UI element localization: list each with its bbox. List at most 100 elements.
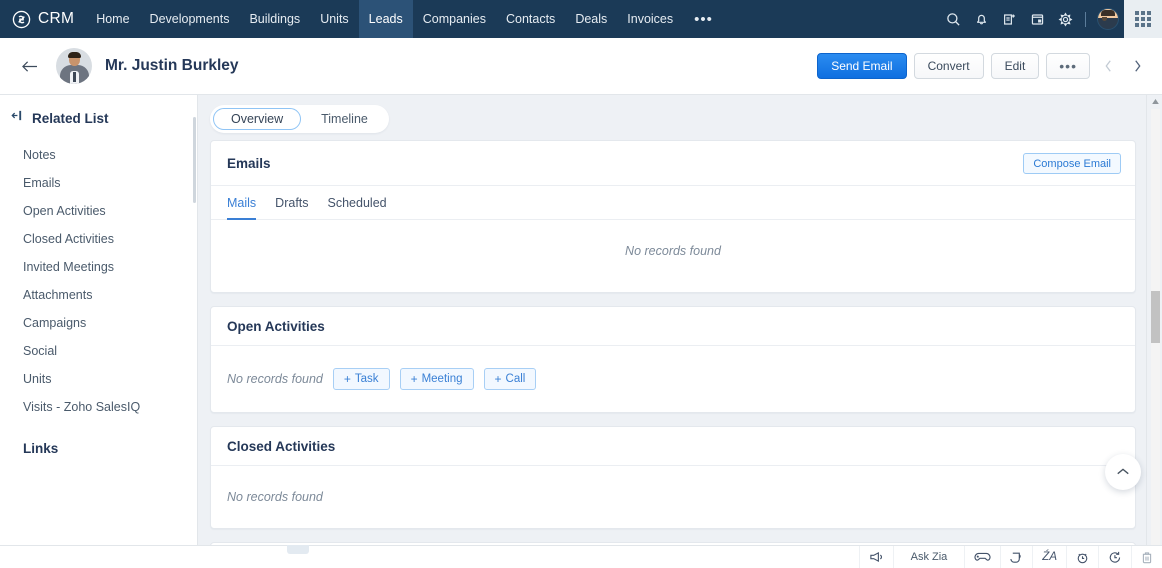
- workspace: Related List Notes Emails Open Activitie…: [0, 95, 1162, 568]
- nav-divider: [1085, 11, 1086, 27]
- add-note-icon[interactable]: [995, 0, 1023, 38]
- scroll-to-top-button[interactable]: [1105, 454, 1141, 490]
- view-tab-group: Overview Timeline: [210, 105, 389, 133]
- sidebar-item-emails[interactable]: Emails: [0, 169, 197, 197]
- record-header: Mr. Justin Burkley Send Email Convert Ed…: [0, 38, 1162, 95]
- card-open-activities-title: Open Activities: [227, 319, 325, 334]
- convert-button[interactable]: Convert: [913, 53, 984, 79]
- card-emails-body: No records found: [211, 220, 1135, 292]
- back-arrow-icon[interactable]: [16, 53, 42, 79]
- edit-button[interactable]: Edit: [990, 53, 1040, 79]
- scroll-up-arrow-icon[interactable]: [1151, 95, 1160, 107]
- app-grid-icon[interactable]: [1124, 0, 1162, 38]
- nav-item-invoices[interactable]: Invoices: [617, 0, 683, 38]
- ask-zia-button[interactable]: Ask Zia: [892, 545, 965, 568]
- chevron-right-icon[interactable]: [1126, 53, 1148, 79]
- sidebar-scrollbar[interactable]: [193, 117, 196, 203]
- app-grid-dots: [1135, 11, 1151, 27]
- add-task-label: Task: [354, 373, 379, 385]
- view-tabstrip: Overview Timeline: [198, 95, 1162, 141]
- bottom-panel-handle[interactable]: [287, 545, 309, 554]
- zia-glyph: ŹA: [1042, 551, 1057, 563]
- card-emails: Emails Compose Email Mails Drafts Schedu…: [210, 140, 1136, 293]
- emails-subtabs: Mails Drafts Scheduled: [211, 186, 1135, 220]
- nav-item-home[interactable]: Home: [86, 0, 139, 38]
- megaphone-icon[interactable]: [858, 545, 893, 568]
- nav-item-deals[interactable]: Deals: [565, 0, 617, 38]
- zia-icon[interactable]: ŹA: [1032, 545, 1066, 568]
- sidebar-item-notes[interactable]: Notes: [0, 141, 197, 169]
- sidebar-item-social[interactable]: Social: [0, 337, 197, 365]
- plus-icon: +: [494, 372, 502, 386]
- subtab-mails[interactable]: Mails: [227, 196, 257, 220]
- add-call-button[interactable]: + Call: [483, 368, 537, 390]
- card-emails-title: Emails: [227, 156, 271, 171]
- bottom-status-bar: Ask Zia ŹA: [0, 545, 1162, 568]
- sidebar-item-campaigns[interactable]: Campaigns: [0, 309, 197, 337]
- tag-icon[interactable]: [1000, 545, 1032, 568]
- card-closed-activities-body: No records found: [211, 466, 1135, 528]
- ask-zia-label: Ask Zia: [910, 551, 948, 563]
- nav-item-units[interactable]: Units: [310, 0, 358, 38]
- search-icon[interactable]: [939, 0, 967, 38]
- calendar-icon[interactable]: [1023, 0, 1051, 38]
- subtab-scheduled[interactable]: Scheduled: [328, 196, 387, 220]
- sidebar-item-invited-meetings[interactable]: Invited Meetings: [0, 253, 197, 281]
- card-open-activities-body: No records found + Task + Meeting + Call: [211, 346, 1135, 412]
- sidebar-item-attachments[interactable]: Attachments: [0, 281, 197, 309]
- related-list-title: Related List: [32, 110, 109, 126]
- nav-item-companies[interactable]: Companies: [413, 0, 496, 38]
- related-list-sidebar: Related List Notes Emails Open Activitie…: [0, 95, 198, 568]
- nav-links: Home Developments Buildings Units Leads …: [86, 0, 724, 38]
- collapse-panel-icon[interactable]: [10, 109, 23, 127]
- chevron-left-icon[interactable]: [1097, 53, 1119, 79]
- nav-right-actions: [939, 0, 1162, 38]
- scrollbar-thumb[interactable]: [1151, 291, 1160, 343]
- open-activities-empty-text: No records found: [227, 372, 323, 386]
- nav-item-developments[interactable]: Developments: [140, 0, 240, 38]
- main-content: Overview Timeline Emails Compose Email M…: [198, 95, 1162, 568]
- nav-item-contacts[interactable]: Contacts: [496, 0, 565, 38]
- add-task-button[interactable]: + Task: [332, 368, 390, 390]
- card-emails-header: Emails Compose Email: [211, 141, 1135, 186]
- nav-item-buildings[interactable]: Buildings: [239, 0, 310, 38]
- card-open-activities-header: Open Activities: [211, 307, 1135, 346]
- sidebar-item-open-activities[interactable]: Open Activities: [0, 197, 197, 225]
- compose-email-button[interactable]: Compose Email: [1023, 153, 1121, 174]
- card-closed-activities-title: Closed Activities: [227, 439, 336, 454]
- send-email-button[interactable]: Send Email: [817, 53, 907, 79]
- links-section-title: Links: [23, 441, 59, 456]
- user-avatar[interactable]: [1097, 8, 1119, 30]
- add-meeting-button[interactable]: + Meeting: [399, 368, 474, 390]
- record-header-actions: Send Email Convert Edit •••: [817, 53, 1148, 79]
- tab-overview[interactable]: Overview: [213, 108, 302, 130]
- add-call-label: Call: [505, 373, 526, 385]
- crm-logo[interactable]: CRM: [0, 10, 80, 29]
- sidebar-item-units[interactable]: Units: [0, 365, 197, 393]
- related-list-header: Related List: [0, 109, 197, 127]
- history-clock-icon[interactable]: [1098, 545, 1131, 568]
- subtab-drafts[interactable]: Drafts: [275, 196, 308, 220]
- add-meeting-label: Meeting: [421, 373, 463, 385]
- sidebar-item-visits-zoho-salesiq[interactable]: Visits - Zoho SalesIQ: [0, 393, 197, 421]
- card-open-activities: Open Activities No records found + Task …: [210, 306, 1136, 413]
- bell-icon[interactable]: [967, 0, 995, 38]
- alarm-clock-icon[interactable]: [1066, 545, 1098, 568]
- plus-icon: +: [343, 372, 351, 386]
- sidebar-item-closed-activities[interactable]: Closed Activities: [0, 225, 197, 253]
- crm-loop-logo-icon: [12, 10, 31, 29]
- more-actions-button[interactable]: •••: [1046, 53, 1090, 79]
- closed-activities-empty-text: No records found: [227, 490, 323, 504]
- top-navigation-bar: CRM Home Developments Buildings Units Le…: [0, 0, 1162, 38]
- crm-logo-text: CRM: [38, 10, 75, 27]
- tab-timeline[interactable]: Timeline: [303, 108, 386, 130]
- settings-gear-icon[interactable]: [1051, 0, 1079, 38]
- chevron-up-icon: [1116, 463, 1130, 481]
- nav-more-button[interactable]: •••: [683, 0, 724, 38]
- gamepad-icon[interactable]: [964, 545, 1000, 568]
- trash-icon[interactable]: [1131, 545, 1162, 568]
- card-closed-activities-header: Closed Activities: [211, 427, 1135, 466]
- nav-item-leads[interactable]: Leads: [358, 0, 413, 38]
- card-emails-actions: Compose Email: [1023, 153, 1121, 174]
- main-scrollbar[interactable]: [1146, 95, 1162, 568]
